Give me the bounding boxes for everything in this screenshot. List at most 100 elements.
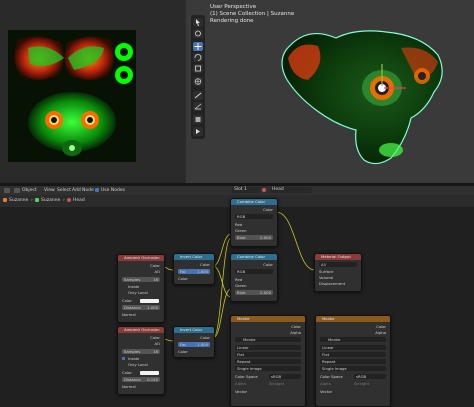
node-image-texture-1[interactable]: Monke Color Alpha Monke Linear Flat Repe… — [230, 315, 306, 407]
input-normal-label: Normal — [122, 312, 136, 317]
breadcrumb-mesh[interactable]: Suzanne — [41, 198, 60, 203]
node-ambient-occlusion-2[interactable]: Ambient Occlusion Color AO Samples 16 In… — [117, 326, 165, 395]
inside-checkbox[interactable]: Inside — [122, 356, 160, 361]
blue-field[interactable]: Blue 0.000 — [235, 290, 273, 295]
breadcrumb-separator-icon: › — [31, 198, 33, 203]
rotate-tool-icon[interactable] — [193, 53, 203, 62]
checkbox-checked-icon[interactable] — [122, 357, 125, 360]
viewport-mode-text: User Perspective — [210, 4, 257, 10]
source-dropdown[interactable]: Single Image — [320, 366, 386, 371]
transform-tool-icon[interactable] — [193, 77, 203, 86]
node-invert-color-1[interactable]: Invert Color Color Fac 1.000 Color — [173, 253, 215, 285]
node-combine-color-2[interactable]: Combine Color Color RGB Red Green Blue 0… — [230, 253, 278, 302]
node-invert-color-2[interactable]: Invert Color Color Fac 1.000 Color — [173, 326, 215, 358]
alpha-mode-value: Straight — [269, 381, 285, 386]
color-space-dropdown[interactable]: sRGB — [269, 374, 301, 379]
node-editor-header: Object View Select Add Node Use Nodes Sl… — [0, 186, 474, 195]
fac-field[interactable]: Fac 1.000 — [178, 269, 210, 274]
node-title[interactable]: Invert Color — [174, 327, 214, 333]
annotate-tool-icon[interactable] — [193, 91, 203, 100]
color-swatch[interactable] — [140, 299, 159, 303]
node-title[interactable]: Invert Color — [174, 254, 214, 260]
output-color-label: Color — [291, 324, 301, 329]
menu-select[interactable]: Select — [57, 188, 71, 193]
node-combine-color-1[interactable]: Combine Color Color RGB Red Green Blue 0… — [230, 198, 278, 247]
menu-view[interactable]: View — [44, 188, 55, 193]
material-name-field[interactable]: Head — [270, 187, 312, 193]
menu-add[interactable]: Add — [72, 188, 81, 193]
samples-field[interactable]: Samples 16 — [122, 277, 160, 282]
distance-field[interactable]: Distance 0.150 — [122, 377, 160, 382]
output-color-label: Color — [263, 262, 273, 267]
output-ao-label: AO — [154, 341, 160, 346]
output-alpha-label: Alpha — [290, 330, 301, 335]
add-cube-tool-icon[interactable] — [193, 115, 203, 124]
node-title[interactable]: Material Output — [315, 254, 361, 260]
input-vector-label: Vector — [320, 389, 333, 394]
extension-dropdown[interactable]: Repeat — [235, 359, 301, 364]
breadcrumb-separator-icon: › — [63, 198, 65, 203]
output-color-label: Color — [150, 263, 160, 268]
color-swatch[interactable] — [140, 371, 159, 375]
mesh-icon — [35, 198, 39, 202]
mode-dropdown[interactable]: RGB — [235, 269, 273, 274]
image-selector[interactable]: Monke — [235, 337, 301, 342]
projection-dropdown[interactable]: Flat — [320, 352, 386, 357]
color-space-dropdown[interactable]: sRGB — [354, 374, 386, 379]
fac-field[interactable]: Fac 1.000 — [178, 342, 210, 347]
input-green-label: Green — [235, 228, 247, 233]
node-canvas[interactable]: Ambient Occlusion Color AO Samples 16 In… — [0, 198, 474, 407]
input-red-label: Red — [235, 222, 243, 227]
link-invert2-combine1 — [212, 237, 232, 339]
input-normal-label: Normal — [122, 384, 136, 389]
viewport-status-text: Rendering done — [210, 18, 254, 24]
link-combine1-output — [275, 211, 316, 271]
viewport-collection-text: (1) Scene Collection | Suzanne — [210, 11, 295, 17]
interpolation-dropdown[interactable]: Linear — [235, 345, 301, 350]
samples-field[interactable]: Samples 16 — [122, 349, 160, 354]
node-title[interactable]: Monke — [231, 316, 305, 322]
node-material-output[interactable]: Material Output All Surface Volume Displ… — [314, 253, 362, 292]
extension-dropdown[interactable]: Repeat — [320, 359, 386, 364]
editor-type-icon[interactable] — [4, 188, 10, 193]
source-dropdown[interactable]: Single Image — [235, 366, 301, 371]
measure-tool-icon[interactable] — [193, 102, 203, 111]
only-local-checkbox[interactable]: Only Local — [122, 290, 160, 295]
blue-field[interactable]: Blue 0.000 — [235, 235, 273, 240]
link-invert1-combine1 — [212, 233, 232, 267]
add-object-tool-icon[interactable] — [193, 127, 203, 136]
move-tool-icon[interactable] — [193, 42, 203, 51]
node-title[interactable]: Combine Color — [231, 254, 277, 260]
breadcrumb-object[interactable]: Suzanne — [9, 198, 28, 203]
projection-dropdown[interactable]: Flat — [235, 352, 301, 357]
3d-viewport[interactable]: User Perspective (1) Scene Collection | … — [186, 0, 474, 183]
object-icon — [3, 198, 7, 202]
input-color-label: Color — [178, 276, 188, 281]
output-color-label: Color — [200, 262, 210, 267]
input-volume-label: Volume — [319, 275, 334, 280]
menu-node[interactable]: Node — [82, 188, 94, 193]
object-mode-dropdown[interactable]: Object — [22, 188, 37, 193]
slot-dropdown[interactable]: Slot 1 — [232, 187, 260, 193]
object-mode-icon[interactable] — [14, 188, 20, 193]
scale-tool-icon[interactable] — [193, 64, 203, 73]
node-ambient-occlusion-1[interactable]: Ambient Occlusion Color AO Samples 16 In… — [117, 254, 165, 323]
node-title[interactable]: Combine Color — [231, 199, 277, 205]
use-nodes-checkbox[interactable] — [95, 188, 99, 192]
target-dropdown[interactable]: All — [319, 262, 357, 267]
node-title[interactable]: Ambient Occlusion — [118, 327, 164, 333]
node-image-texture-2[interactable]: Monke Color Alpha Monke Linear Flat Repe… — [315, 315, 391, 407]
output-color-label: Color — [263, 207, 273, 212]
only-local-checkbox[interactable]: Only Local — [122, 362, 160, 367]
select-cursor-icon[interactable] — [193, 18, 203, 27]
mode-dropdown[interactable]: RGB — [235, 214, 273, 219]
node-title[interactable]: Monke — [316, 316, 390, 322]
inside-checkbox[interactable]: Inside — [122, 284, 160, 289]
image-selector[interactable]: Monke — [320, 337, 386, 342]
uv-texture-image — [8, 30, 136, 162]
interpolation-dropdown[interactable]: Linear — [320, 345, 386, 350]
breadcrumb-material[interactable]: Head — [73, 198, 85, 203]
node-title[interactable]: Ambient Occlusion — [118, 255, 164, 261]
cursor-tool-icon[interactable] — [193, 29, 203, 38]
distance-field[interactable]: Distance 1.000 — [122, 305, 160, 310]
